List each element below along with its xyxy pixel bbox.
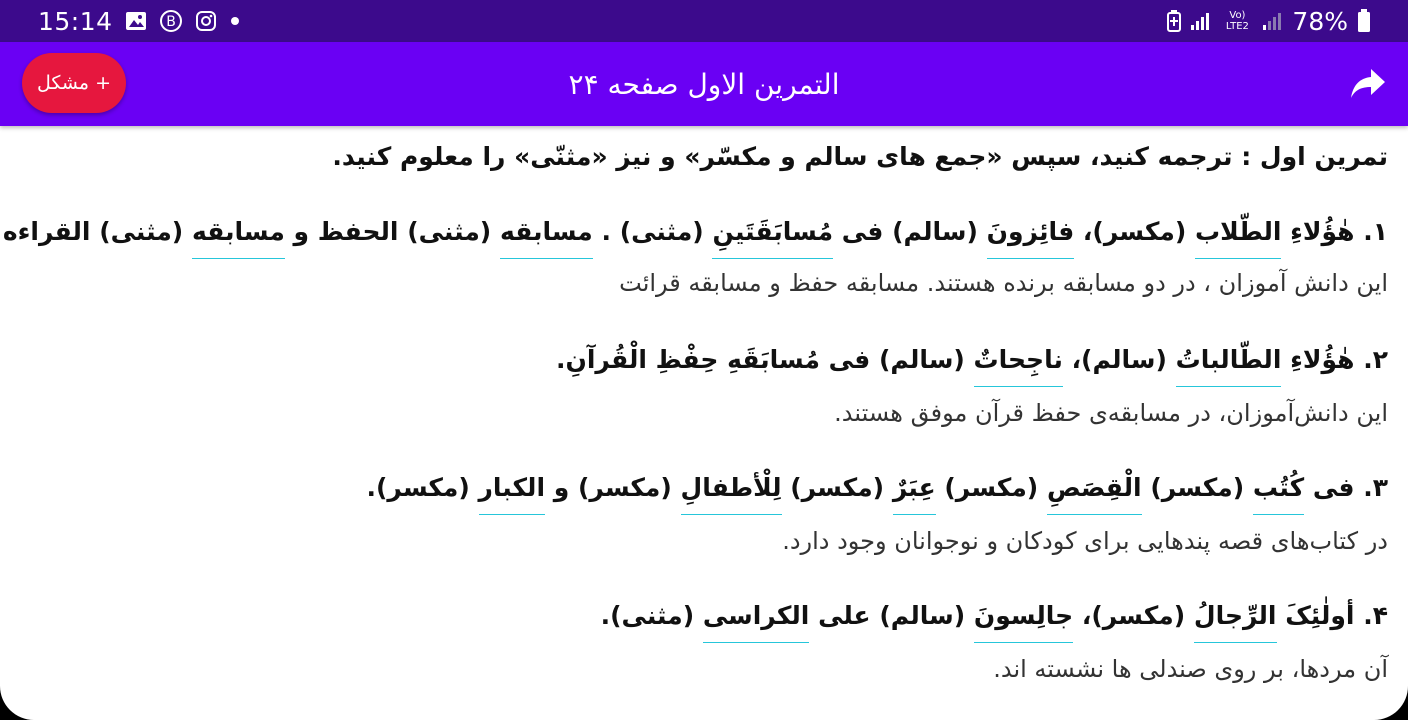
dual-word: مسابقه (499, 217, 593, 259)
text-segment: (مکسر) (1141, 473, 1253, 502)
battery-saver-icon (1166, 9, 1182, 33)
exercise-2-arabic: ۲. هٰؤُلاءِ الطّالباتُ (سالم)، ناجِحاتٌ … (556, 345, 1388, 387)
plural-word: الْقِصَصِ (1046, 473, 1142, 515)
network-label: Vo) LTE2 (1225, 10, 1249, 32)
exercise-4-translation: آن مردها، بر روی صندلی ها نشسته اند. (993, 655, 1388, 683)
text-segment: (مثنی) الحفظ و (284, 217, 500, 246)
exercise-1-arabic: ۱. هٰؤُلاءِ الطّلاب (مکسر)، فائِزونَ (سا… (2, 217, 1388, 259)
plural-word: جالِسونَ (973, 601, 1074, 643)
dual-word: مُسابَقَتَینِ (712, 217, 834, 259)
text-segment: هٰؤُلاءِ (1281, 217, 1355, 246)
plural-word: الطّلاب (1194, 217, 1282, 259)
text-segment: (مکسر) (781, 473, 893, 502)
text-segment: (مکسر). (366, 473, 479, 502)
text-segment: (مثنی). (600, 601, 703, 630)
signal-icon-2 (1262, 11, 1284, 31)
share-icon (1351, 69, 1385, 98)
share-button[interactable] (1348, 64, 1388, 104)
signal-icon (1190, 11, 1212, 31)
plural-word: کُتُب (1252, 473, 1305, 515)
exercise-3-translation: در کتاب‌های قصه پندهایی برای کودکان و نو… (782, 527, 1388, 555)
text-segment: فی (1304, 473, 1355, 502)
report-problem-button[interactable]: + مشکل (22, 53, 126, 113)
text-segment: (مثنی) . (592, 217, 713, 246)
text-segment: (سالم) فی مُسابَقَهِ حِفْظِ الْقُرآنِ. (556, 345, 974, 374)
exercise-number: ۳. (1363, 473, 1388, 502)
instagram-icon (195, 10, 217, 32)
plural-word: الکراسی (702, 601, 810, 643)
plural-word: فائِزونَ (986, 217, 1075, 259)
dot-icon (229, 15, 241, 27)
battery-percent: 78% (1292, 6, 1348, 36)
plural-word: عِبَرٌ (892, 473, 936, 515)
plural-word: ناجِحاتٌ (973, 345, 1063, 387)
battery-icon (1356, 8, 1372, 34)
exercise-instructions: تمرین اول : ترجمه کنید، سپس «جمع های سال… (332, 142, 1388, 171)
exercise-2-translation: این دانش‌آموزان، در مسابقه‌ی حفظ قرآن مو… (834, 399, 1388, 427)
text-segment: هٰؤُلاءِ (1281, 345, 1355, 374)
b-circle-icon: B (159, 9, 183, 33)
text-segment: (سالم) فی (833, 217, 987, 246)
status-bar: 15:14 B Vo) LTE2 78% (0, 0, 1408, 42)
text-segment: أولٰئِکَ (1276, 601, 1355, 630)
text-segment: (مکسر)، (1073, 601, 1194, 630)
text-segment: (سالم) علی (809, 601, 974, 630)
exercise-number: ۲. (1363, 345, 1388, 374)
exercise-4-arabic: ۴. أولٰئِکَ الرِّجالُ (مکسر)، جالِسونَ (… (600, 601, 1388, 643)
plural-word: لِلْأطفالِ (680, 473, 782, 515)
svg-text:B: B (166, 14, 176, 30)
text-segment: (مکسر)، (1074, 217, 1195, 246)
plural-word: الطّالباتُ (1175, 345, 1282, 387)
exercise-1-translation: این دانش آموزان ، در دو مسابقه برنده هست… (619, 269, 1388, 297)
screen: 15:14 B Vo) LTE2 78% + مشکل التمرین الاو… (0, 0, 1408, 720)
app-bar: + مشکل التمرین الاول صفحه ۲۴ (0, 42, 1408, 126)
exercise-number: ۱. (1363, 217, 1388, 246)
text-segment: (مثنی) القراءه (2, 217, 192, 246)
text-segment: (سالم)، (1062, 345, 1176, 374)
status-time: 15:14 (38, 6, 113, 36)
status-right: Vo) LTE2 78% (1166, 0, 1372, 42)
exercise-3-arabic: ۳. فی کُتُب (مکسر) الْقِصَصِ (مکسر) عِبَ… (366, 473, 1388, 515)
dual-word: مسابقه (191, 217, 285, 259)
plural-word: الکبار (478, 473, 546, 515)
page-title: التمرین الاول صفحه ۲۴ (568, 67, 840, 101)
status-left: 15:14 B (38, 0, 241, 42)
image-icon (125, 11, 147, 31)
content: تمرین اول : ترجمه کنید، سپس «جمع های سال… (0, 126, 1408, 720)
text-segment: (مکسر) (935, 473, 1047, 502)
text-segment: (مکسر) و (545, 473, 681, 502)
plural-word: الرِّجالُ (1193, 601, 1277, 643)
exercise-number: ۴. (1363, 601, 1388, 630)
